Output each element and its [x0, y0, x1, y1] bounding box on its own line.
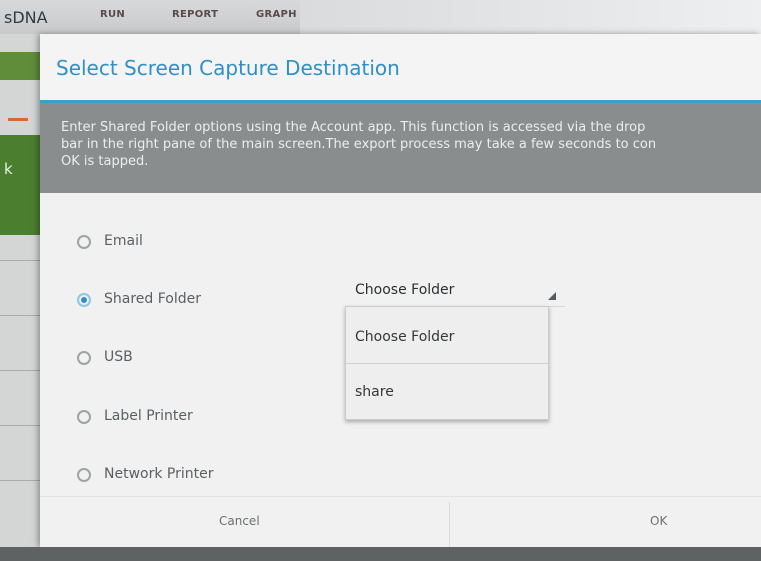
folder-select-value: Choose Folder	[355, 282, 455, 298]
option-label: USB	[104, 349, 133, 365]
radio-button-selected[interactable]	[77, 293, 91, 307]
tab-run[interactable]: RUN	[100, 9, 125, 20]
background-orange-marker	[8, 118, 28, 121]
info-line: OK is tapped.	[61, 154, 149, 169]
background-green-block	[0, 52, 40, 80]
background-gridline	[0, 425, 40, 426]
option-label: Network Printer	[104, 466, 214, 482]
background-panel-text: k	[4, 160, 13, 178]
folder-dropdown-menu: Choose Folder share	[345, 306, 549, 420]
background-left-panel	[0, 34, 40, 561]
background-gridline	[0, 370, 40, 371]
dialog-info-text: Enter Shared Folder options using the Ac…	[61, 119, 761, 170]
option-label: Shared Folder	[104, 291, 202, 307]
dropdown-item-choose-folder[interactable]: Choose Folder	[346, 307, 548, 364]
background-gridline	[0, 260, 40, 261]
dropdown-arrow-icon[interactable]	[548, 292, 556, 300]
screen-capture-dialog: Select Screen Capture Destination Enter …	[40, 34, 761, 547]
cancel-button-label: Cancel	[219, 514, 260, 528]
option-label: Label Printer	[104, 408, 193, 424]
ok-button[interactable]: OK	[450, 496, 761, 547]
app-top-bar: sDNA RUN REPORT GRAPH	[0, 0, 761, 34]
dropdown-item-label: Choose Folder	[355, 329, 455, 345]
radio-button[interactable]	[77, 468, 91, 482]
info-line: Enter Shared Folder options using the Ac…	[61, 120, 646, 135]
background-gridline	[0, 480, 40, 481]
dropdown-item-share[interactable]: share	[346, 364, 548, 420]
ok-button-label: OK	[650, 514, 668, 528]
dropdown-item-label: share	[355, 384, 394, 400]
radio-button[interactable]	[77, 235, 91, 249]
background-gridline	[0, 315, 40, 316]
tab-report[interactable]: REPORT	[172, 9, 218, 20]
top-bar-blank	[300, 0, 761, 34]
option-label: Email	[104, 233, 143, 249]
folder-select[interactable]: Choose Folder	[355, 282, 565, 307]
radio-button[interactable]	[77, 410, 91, 424]
cancel-button[interactable]: Cancel	[40, 496, 449, 547]
dialog-header: Select Screen Capture Destination	[40, 34, 761, 103]
radio-button[interactable]	[77, 351, 91, 365]
background-bottom-strip	[0, 547, 761, 561]
dialog-title: Select Screen Capture Destination	[56, 56, 400, 80]
app-name: sDNA	[4, 8, 48, 27]
dialog-info-band: Enter Shared Folder options using the Ac…	[40, 103, 761, 193]
tab-graph[interactable]: GRAPH	[256, 9, 297, 20]
background-green-panel	[0, 135, 40, 235]
info-line: bar in the right pane of the main screen…	[61, 137, 657, 152]
